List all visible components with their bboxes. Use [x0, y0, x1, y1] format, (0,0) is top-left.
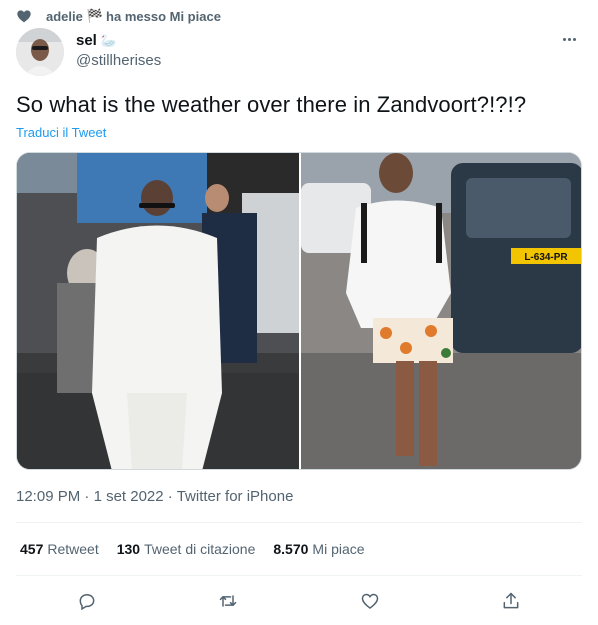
- divider: [16, 522, 582, 523]
- translate-link[interactable]: Traduci il Tweet: [16, 125, 106, 140]
- liked-by-user[interactable]: adelie: [46, 9, 83, 24]
- photo-1[interactable]: [17, 153, 299, 469]
- swan-emoji: 🦢: [100, 32, 118, 48]
- tweet-text: So what is the weather over there in Zan…: [16, 92, 527, 117]
- heart-filled-icon: [17, 10, 31, 23]
- checkered-flag-emoji: 🏁: [86, 8, 104, 23]
- tweet-timestamp[interactable]: 12:09 PM · 1 set 2022 · Twitter for iPho…: [16, 488, 293, 505]
- reply-icon[interactable]: [77, 591, 97, 611]
- retweet-icon[interactable]: [218, 591, 238, 611]
- social-context[interactable]: adelie 🏁 ha messo Mi piace: [16, 6, 221, 26]
- license-plate: L-634-PR: [524, 252, 568, 263]
- tweet-actions: [16, 588, 582, 614]
- retweet-count[interactable]: 457 Retweet: [20, 541, 99, 557]
- tweet-media: L-634-PR: [16, 152, 582, 470]
- divider: [16, 575, 582, 576]
- like-count[interactable]: 8.570 Mi piace: [273, 541, 364, 557]
- display-name[interactable]: sel 🦢: [76, 32, 161, 49]
- quote-tweet-count[interactable]: 130 Tweet di citazione: [117, 541, 256, 557]
- avatar[interactable]: [16, 28, 64, 76]
- user-handle[interactable]: @stillherises: [76, 52, 161, 69]
- share-icon[interactable]: [501, 591, 521, 611]
- tweet-source[interactable]: Twitter for iPhone: [177, 488, 294, 505]
- more-icon[interactable]: [558, 30, 580, 48]
- like-icon[interactable]: [360, 591, 380, 611]
- tweet-header: sel 🦢 @stillherises: [16, 28, 582, 78]
- engagement-stats: 457 Retweet 130 Tweet di citazione 8.570 Mi…: [20, 541, 365, 557]
- photo-2[interactable]: L-634-PR: [301, 153, 581, 469]
- liked-action-text: ha messo Mi piace: [106, 8, 221, 24]
